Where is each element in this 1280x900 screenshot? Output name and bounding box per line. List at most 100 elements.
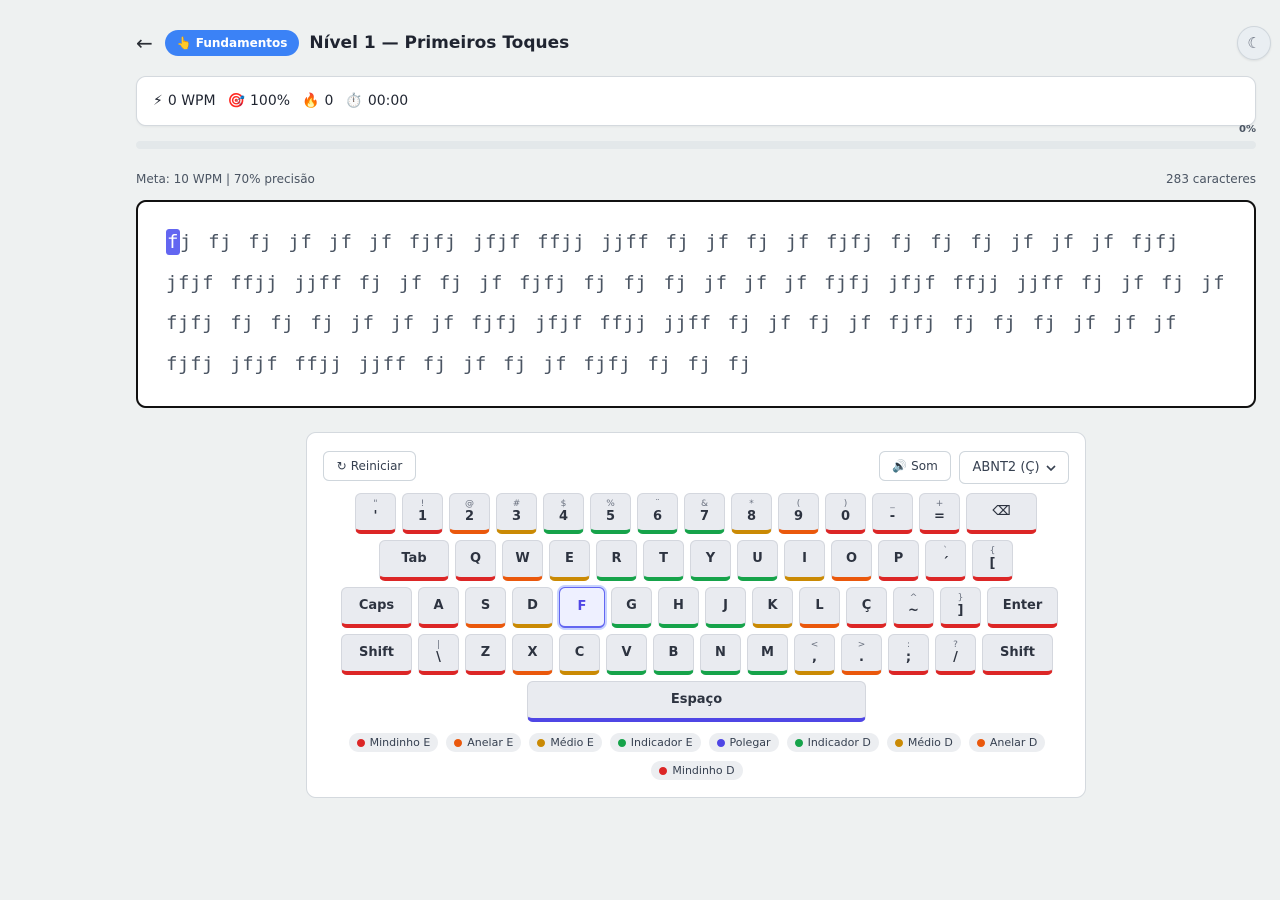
timer-value: 00:00	[367, 93, 409, 109]
key-4-r0c4[interactable]: $4	[543, 493, 584, 534]
key-o-r1c9[interactable]: O	[831, 540, 872, 581]
restart-icon: ↻	[336, 459, 347, 473]
key-symbol-r3c9[interactable]: <,	[794, 634, 835, 675]
key-label: .	[859, 650, 864, 665]
key-label: G	[626, 598, 637, 613]
key-t-r1c5[interactable]: T	[643, 540, 684, 581]
key-label: J	[723, 598, 728, 613]
key-f-r2c4[interactable]: F	[559, 587, 605, 628]
key-d-r2c3[interactable]: D	[512, 587, 553, 628]
key-a-r2c1[interactable]: A	[418, 587, 459, 628]
key-symbol-r1c11[interactable]: ` ´	[925, 540, 966, 581]
key-l-r2c9[interactable]: L	[799, 587, 840, 628]
key-symbol-r0c0[interactable]: " '	[355, 493, 396, 534]
key-symbol-r0c11[interactable]: _ -	[872, 493, 913, 534]
key-5-r0c5[interactable]: % 5	[590, 493, 631, 534]
key-label: 8	[746, 509, 757, 524]
key-symbol-r0c12[interactable]: + =	[919, 493, 960, 534]
moon-icon: ☾	[1247, 34, 1261, 52]
key-label: X	[527, 645, 538, 660]
key-v-r3c5[interactable]: V	[606, 634, 647, 675]
key-shift-label: (	[796, 499, 801, 509]
key-c-r3c4[interactable]: C	[559, 634, 600, 675]
key-9-r0c9[interactable]: (9	[778, 493, 819, 534]
key-8-r0c8[interactable]: * 8	[731, 493, 772, 534]
key-k-r2c8[interactable]: K	[752, 587, 793, 628]
key-p-r1c10[interactable]: P	[878, 540, 919, 581]
typing-area[interactable]: fj fj fj jf jf jf fjfj jfjf ffjj jjff fj…	[136, 200, 1256, 408]
key-b-r3c6[interactable]: B	[653, 634, 694, 675]
key-symbol-r2c11[interactable]: ^ ~	[893, 587, 934, 628]
key-label: 6	[652, 509, 663, 524]
key-symbol-r3c12[interactable]: ? /	[935, 634, 976, 675]
key-n-r3c7[interactable]: N	[700, 634, 741, 675]
key-shift-label: )	[843, 499, 848, 509]
theme-toggle-button[interactable]: ☾	[1237, 26, 1271, 60]
sound-button[interactable]: 🔊 Som	[879, 451, 951, 481]
key-shift-r3c0[interactable]: Shift	[341, 634, 412, 675]
key-e-r1c3[interactable]: E	[549, 540, 590, 581]
key-symbol-r3c11[interactable]: :;	[888, 634, 929, 675]
layout-select[interactable]: ABNT2 (Ç)	[959, 451, 1069, 484]
key-c-r2c10[interactable]: Ç	[846, 587, 887, 628]
key-h-r2c6[interactable]: H	[658, 587, 699, 628]
key-shift-label: *	[749, 499, 754, 509]
fire-icon: 🔥	[302, 93, 320, 109]
key-r-r1c4[interactable]: R	[596, 540, 637, 581]
key-symbol-r0c13[interactable]: ⌫	[966, 493, 1037, 534]
key-0-r0c10[interactable]: ) 0	[825, 493, 866, 534]
back-arrow-icon[interactable]: ←	[136, 33, 153, 53]
key-1-r0c1[interactable]: ! 1	[402, 493, 443, 534]
key-w-r1c2[interactable]: W	[502, 540, 543, 581]
key-label: [	[989, 556, 996, 571]
key-m-r3c8[interactable]: M	[747, 634, 788, 675]
legend-dot-icon	[794, 738, 803, 747]
key-label: 0	[840, 509, 851, 524]
key-y-r1c6[interactable]: Y	[690, 540, 731, 581]
key-espaco-r4c0[interactable]: Espaço	[527, 681, 866, 722]
key-symbol-r1c12[interactable]: {[	[972, 540, 1013, 581]
key-shift-r3c13[interactable]: Shift	[982, 634, 1053, 675]
key-tab-r1c0[interactable]: Tab	[379, 540, 449, 581]
key-u-r1c7[interactable]: U	[737, 540, 778, 581]
key-enter-r2c13[interactable]: Enter	[987, 587, 1058, 628]
key-shift-label: ?	[953, 640, 958, 650]
key-2-r0c2[interactable]: @2	[449, 493, 490, 534]
timer-stat: ⏱️ 00:00	[345, 93, 408, 109]
key-q-r1c1[interactable]: Q	[455, 540, 496, 581]
legend-chip-indicador-e: Indicador E	[609, 733, 701, 752]
wpm-stat: ⚡ 0 WPM	[153, 93, 216, 109]
wpm-value: 0 WPM	[167, 93, 216, 109]
legend-dot-icon	[356, 738, 365, 747]
key-6-r0c6[interactable]: ¨ 6	[637, 493, 678, 534]
key-label: ]	[957, 603, 964, 618]
lightning-icon: ⚡	[153, 93, 163, 109]
key-symbol-r3c10[interactable]: >.	[841, 634, 882, 675]
key-3-r0c3[interactable]: #3	[496, 493, 537, 534]
pointing-hand-icon: 👆	[176, 36, 192, 50]
key-7-r0c7[interactable]: & 7	[684, 493, 725, 534]
key-s-r2c2[interactable]: S	[465, 587, 506, 628]
key-symbol-r3c1[interactable]: | \	[418, 634, 459, 675]
layout-select-value: ABNT2 (Ç)	[972, 460, 1040, 475]
key-x-r3c3[interactable]: X	[512, 634, 553, 675]
key-g-r2c5[interactable]: G	[611, 587, 652, 628]
key-label: V	[621, 645, 632, 660]
restart-button[interactable]: ↻ Reiniciar	[323, 451, 416, 481]
key-caps-r2c0[interactable]: Caps	[341, 587, 412, 628]
legend-dot-icon	[617, 738, 626, 747]
key-i-r1c8[interactable]: I	[784, 540, 825, 581]
key-label: Shift	[359, 645, 394, 660]
key-symbol-r2c12[interactable]: }]	[940, 587, 981, 628]
key-shift-label: {	[989, 546, 996, 556]
restart-label: Reiniciar	[350, 459, 403, 473]
key-label: 3	[511, 509, 522, 524]
key-label: 5	[605, 509, 616, 524]
target-icon: 🎯	[227, 93, 246, 109]
key-label: B	[668, 645, 679, 660]
key-label: 9	[793, 509, 804, 524]
key-z-r3c2[interactable]: Z	[465, 634, 506, 675]
key-j-r2c7[interactable]: J	[705, 587, 746, 628]
key-label: U	[752, 551, 763, 566]
key-label: Espaço	[670, 692, 723, 707]
